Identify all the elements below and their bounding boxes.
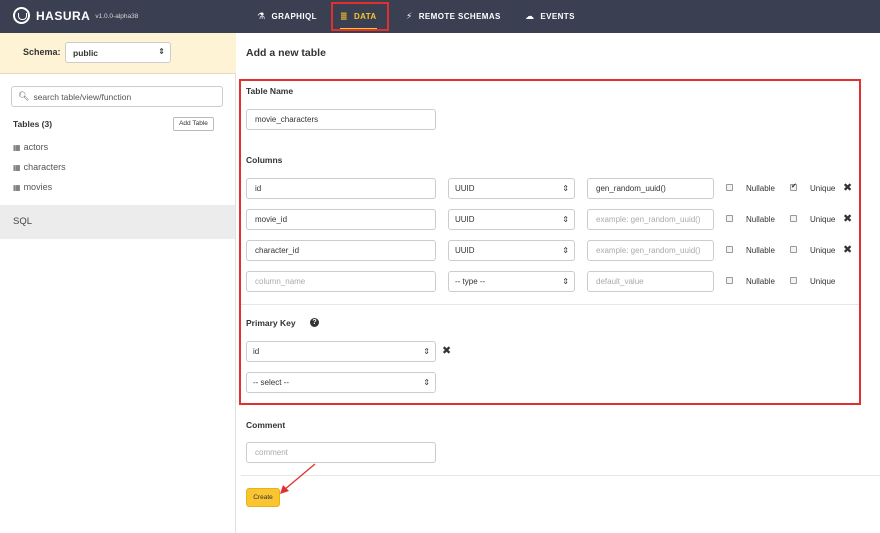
annotation-arrow-icon [280,463,316,494]
